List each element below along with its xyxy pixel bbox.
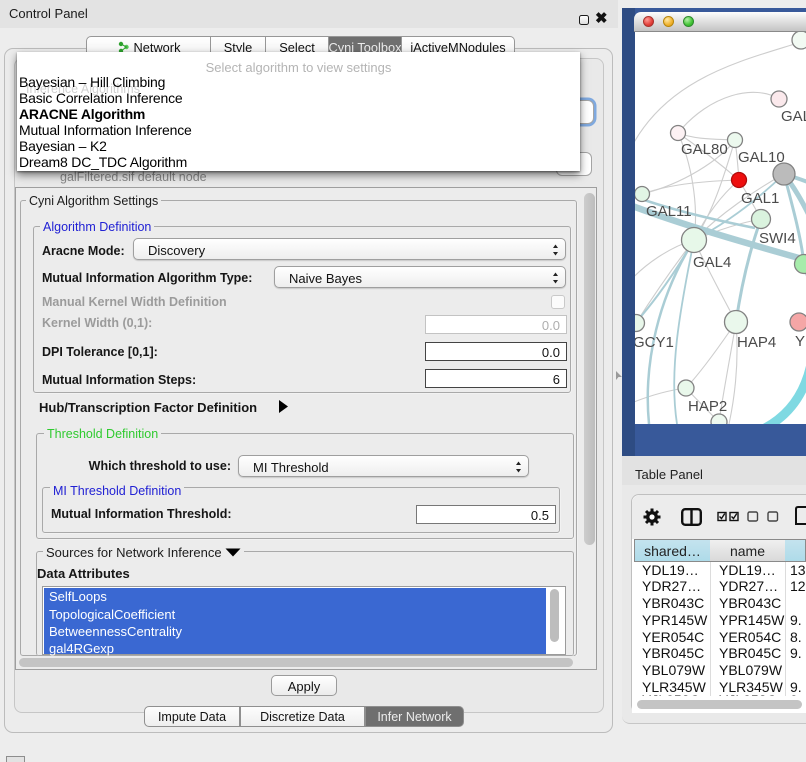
svg-text:Y: Y bbox=[795, 333, 805, 350]
svg-text:GAL1: GAL1 bbox=[741, 190, 779, 207]
svg-text:GAL80: GAL80 bbox=[681, 141, 728, 158]
svg-text:GAL10: GAL10 bbox=[738, 149, 785, 166]
svg-text:GAL: GAL bbox=[781, 108, 806, 125]
svg-text:GAL11: GAL11 bbox=[646, 203, 692, 220]
svg-text:GAL4: GAL4 bbox=[693, 254, 731, 271]
svg-text:GCY1: GCY1 bbox=[635, 334, 674, 351]
svg-text:HAP4: HAP4 bbox=[737, 334, 776, 351]
svg-text:HAP2: HAP2 bbox=[688, 398, 727, 415]
svg-text:SWI4: SWI4 bbox=[759, 230, 796, 247]
